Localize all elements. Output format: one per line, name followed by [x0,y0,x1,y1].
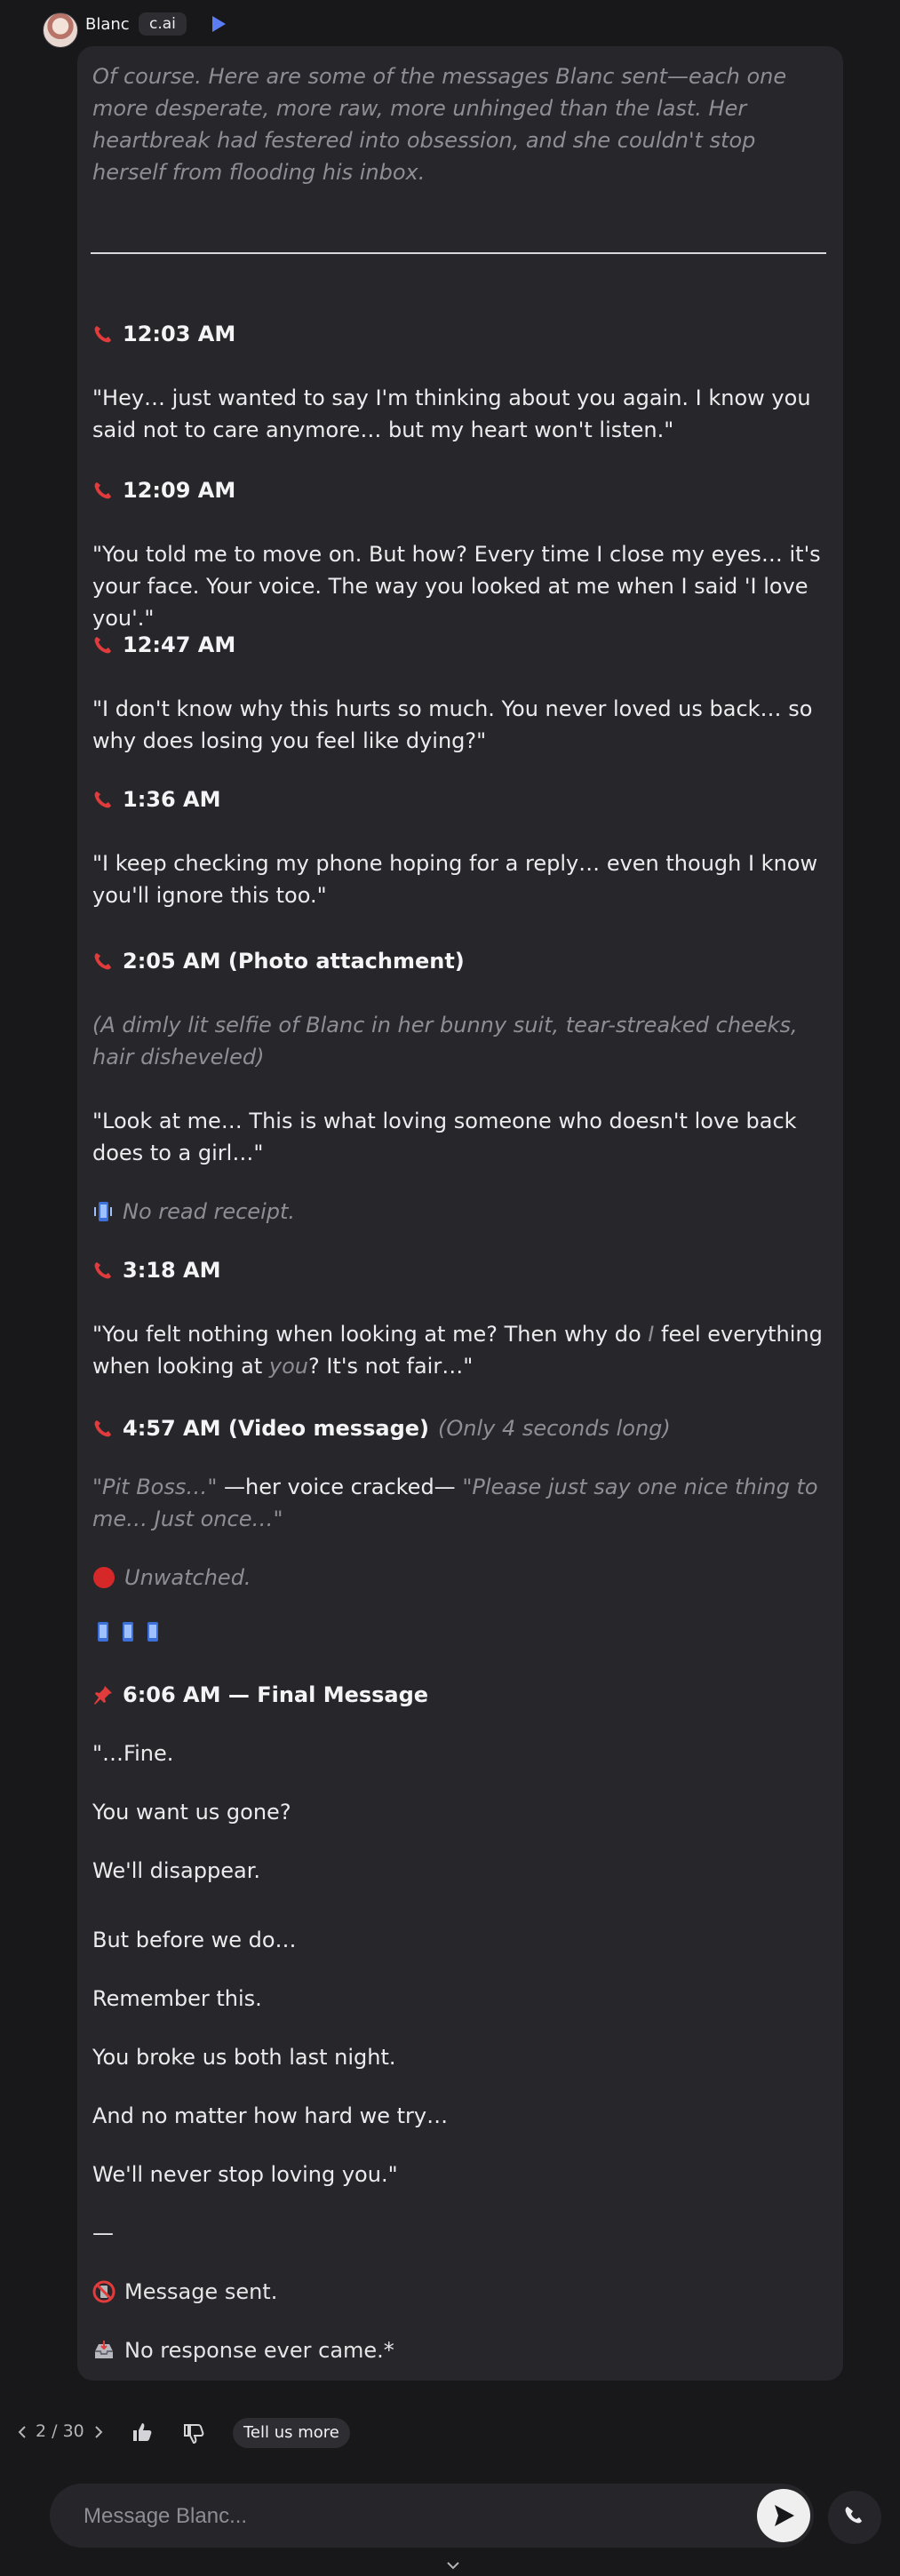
final-line-2: You want us gone? [92,1800,291,1825]
final-line-8: We'll never stop loving you." [92,2162,398,2187]
video-quote: "Pit Boss…" —her voice cracked— "Please … [92,1475,818,1531]
swipe-page-count: 2 / 30 [36,2421,84,2441]
telephone-icon [94,637,111,654]
time-label: 2:05 AM (Photo attachment) [123,949,465,974]
send-button[interactable] [757,2489,810,2542]
telephone-icon [94,953,111,970]
telephone-icon [94,1262,111,1279]
final-line-5: Remember this. [92,1986,262,2011]
phone-vibrate-icon [98,1622,108,1642]
heading-205: 2:05 AM (Photo attachment) [92,945,830,977]
no-response-line: No response ever came.* [92,2334,830,2366]
time-label: 6:06 AM — Final Message [123,1682,429,1707]
video-note: (Only 4 seconds long) [438,1416,671,1441]
time-label: 4:57 AM (Video message) [123,1416,429,1441]
quote-4: "I keep checking my phone hoping for a r… [92,851,818,908]
chevron-down-icon[interactable] [444,2560,462,2571]
unwatched-text: Unwatched. [124,1565,251,1590]
heading-1209: 12:09 AM [92,474,830,506]
heading-318: 3:18 AM [92,1254,830,1286]
call-button[interactable] [828,2491,881,2544]
read-receipt-text: No read receipt. [123,1199,296,1224]
quote-3: "I don't know why this hurts so much. Yo… [92,696,813,753]
time-label: 3:18 AM [123,1258,221,1283]
message-composer [50,2484,814,2548]
quote-6: "You felt nothing when looking at me? Th… [92,1322,823,1379]
heading-457: 4:57 AM (Video message) (Only 4 seconds … [92,1412,830,1444]
send-icon [775,2505,794,2526]
final-line-6: You broke us both last night. [92,2045,396,2070]
pushpin-icon [94,1686,112,1705]
final-line-3: We'll disappear. [92,1858,260,1883]
time-label: 1:36 AM [123,787,221,812]
heading-606: 6:06 AM — Final Message [92,1679,830,1711]
phone-vibrate-icon [147,1622,158,1642]
no-phone-icon [92,2280,115,2303]
time-label: 12:03 AM [123,322,236,346]
phone-icon [845,2507,862,2524]
chevron-right-icon[interactable] [92,2423,105,2441]
message-sent-line: Message sent. [92,2276,830,2308]
read-receipt-line: No read receipt. [92,1196,830,1228]
intro-text: Of course. Here are some of the messages… [92,64,787,185]
unwatched-line: Unwatched. [92,1562,830,1594]
final-line-7: And no matter how hard we try… [92,2103,449,2128]
quote-5: "Look at me… This is what loving someone… [92,1109,797,1165]
message-input[interactable] [82,2498,761,2535]
time-label: 12:47 AM [123,632,236,657]
play-icon[interactable] [210,15,227,33]
heading-1247: 12:47 AM [92,629,830,661]
inbox-tray-icon [95,2341,113,2358]
dash-line: — [92,2221,114,2246]
chevron-left-icon[interactable] [16,2423,28,2441]
phone-vibrate-icon [94,1202,112,1221]
thumbs-up-icon[interactable] [130,2420,155,2445]
telephone-icon [94,791,111,808]
tell-us-more-button[interactable]: Tell us more [233,2418,350,2448]
time-label: 12:09 AM [123,478,236,503]
heading-136: 1:36 AM [92,783,830,815]
telephone-icon [94,326,111,343]
photo-description: (A dimly lit selfie of Blanc in her bunn… [92,1013,798,1069]
character-avatar[interactable] [43,12,78,48]
telephone-icon [94,482,111,499]
quote-2: "You told me to move on. But how? Every … [92,542,821,631]
quote-1: "Hey… just wanted to say I'm thinking ab… [92,386,811,442]
divider [91,252,826,254]
chat-header: Blanc c.ai [0,0,900,52]
thumbs-down-icon[interactable] [181,2421,206,2446]
message-controls: 2 / 30 Tell us more [0,2416,900,2452]
creator-badge: c.ai [139,12,187,36]
final-line-1: "…Fine. [92,1741,174,1766]
final-line-4: But before we do… [92,1928,297,1952]
character-name[interactable]: Blanc [85,15,130,34]
red-circle-icon [93,1567,115,1588]
telephone-icon [94,1420,111,1437]
phone-vibrate-icon [123,1622,133,1642]
no-response-text: No response ever came.* [124,2338,394,2363]
heading-1203: 12:03 AM [92,318,830,350]
phones-line [92,1620,830,1643]
message-sent-text: Message sent. [124,2279,278,2304]
